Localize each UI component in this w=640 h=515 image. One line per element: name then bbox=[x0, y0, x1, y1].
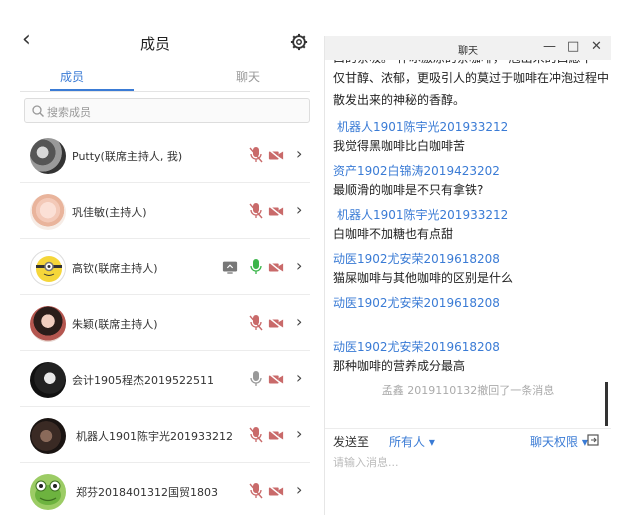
member-name: 郑芬2018401312国贸1803 bbox=[76, 486, 218, 499]
frog-avatar-icon bbox=[35, 480, 61, 505]
mic-muted-icon[interactable] bbox=[248, 202, 264, 220]
search-icon bbox=[32, 105, 44, 117]
member-name: 机器人1901陈宇光201933212 bbox=[76, 430, 233, 443]
message-text: 那种咖啡的营养成分最高 bbox=[333, 359, 466, 373]
tab-chat[interactable]: 聊天 bbox=[236, 68, 260, 85]
member-name: 朱颖(联席主持人) bbox=[72, 318, 158, 331]
avatar bbox=[30, 306, 66, 342]
member-name: 高钦(联席主持人) bbox=[72, 262, 158, 275]
member-row[interactable]: 高钦(联席主持人) › bbox=[20, 240, 310, 295]
send-target-dropdown[interactable]: 所有人 ▾ bbox=[389, 433, 435, 450]
camera-off-icon[interactable] bbox=[268, 202, 284, 220]
message-sender[interactable]: 动医1902尤安荣2019618208 bbox=[333, 294, 500, 311]
chevron-right-icon[interactable]: › bbox=[296, 312, 302, 331]
member-name: 会计1905程杰2019522511 bbox=[72, 374, 214, 387]
camera-off-icon[interactable] bbox=[268, 482, 284, 500]
message-sender[interactable]: 资产1902白锦涛2019423202 bbox=[333, 162, 500, 179]
avatar bbox=[30, 194, 66, 230]
member-name: 巩佳敏(主持人) bbox=[72, 206, 147, 219]
message-sender[interactable]: 机器人1901陈宇光201933212 bbox=[337, 118, 508, 135]
camera-off-icon[interactable] bbox=[268, 314, 284, 332]
avatar bbox=[30, 250, 66, 286]
message-sender[interactable]: 动医1902尤安荣2019618208 bbox=[333, 250, 500, 267]
send-target-row: 发送至 所有人 ▾ 聊天权限 ▾ bbox=[325, 428, 611, 450]
chevron-right-icon[interactable]: › bbox=[296, 200, 302, 219]
chevron-right-icon[interactable]: › bbox=[296, 480, 302, 499]
avatar bbox=[30, 138, 66, 174]
message-text: 猫屎咖啡与其他咖啡的区别是什么 bbox=[333, 271, 514, 285]
page-title: 成员 bbox=[139, 35, 170, 53]
search-input[interactable]: 搜索成员 bbox=[24, 98, 310, 123]
search-placeholder: 搜索成员 bbox=[47, 106, 91, 119]
camera-off-icon[interactable] bbox=[268, 258, 284, 276]
avatar bbox=[30, 418, 66, 454]
member-row[interactable]: 会计1905程杰2019522511 › bbox=[20, 352, 310, 407]
mic-muted-icon[interactable] bbox=[248, 370, 264, 388]
active-tab-indicator bbox=[50, 89, 134, 91]
chevron-right-icon[interactable]: › bbox=[296, 368, 302, 387]
member-row[interactable]: 朱颖(联席主持人) › bbox=[20, 296, 310, 351]
message-text: 我觉得黑咖啡比白咖啡苦 bbox=[333, 139, 466, 153]
top-bar: ‹ 成员 bbox=[0, 0, 310, 62]
mic-muted-icon[interactable] bbox=[248, 146, 264, 164]
message-text: 曰的亲吸。 怀冰激凉的亲咖啡， 庖出米的口愿不 bbox=[333, 60, 607, 68]
member-row[interactable]: 巩佳敏(主持人) › bbox=[20, 184, 310, 239]
message-text: 散发出来的神秘的香醇。 bbox=[333, 93, 466, 107]
mic-muted-icon[interactable] bbox=[248, 314, 264, 332]
mic-muted-icon[interactable] bbox=[248, 426, 264, 444]
chevron-right-icon[interactable]: › bbox=[296, 424, 302, 443]
message-sender[interactable]: 动医1902尤安荣2019618208 bbox=[333, 338, 500, 355]
send-target-label: 所有人 bbox=[389, 435, 426, 449]
camera-off-icon[interactable] bbox=[268, 146, 284, 164]
message-text: 白咖啡不加糖也有点甜 bbox=[333, 227, 454, 241]
member-row[interactable]: 机器人1901陈宇光201933212 › bbox=[20, 408, 310, 463]
member-row[interactable]: Putty(联席主持人, 我) › bbox=[20, 128, 310, 183]
chat-messages[interactable]: 曰的亲吸。 怀冰激凉的亲咖啡， 庖出米的口愿不 仅甘醇、浓郁，更吸引人的莫过于咖… bbox=[325, 60, 611, 426]
message-text: 最顺滑的咖啡是不只有拿铁? bbox=[333, 183, 484, 197]
chat-permission-label: 聊天权限 bbox=[530, 435, 579, 449]
avatar bbox=[30, 474, 66, 510]
tab-bar: 成员 聊天 bbox=[20, 62, 310, 92]
chat-window: 聊天 — □ ✕ 曰的亲吸。 怀冰激凉的亲咖啡， 庖出米的口愿不 仅甘醇、浓郁，… bbox=[324, 36, 611, 515]
mic-on-icon[interactable] bbox=[248, 258, 264, 276]
chat-scrollbar[interactable] bbox=[605, 382, 608, 426]
settings-icon[interactable] bbox=[290, 33, 308, 51]
chevron-right-icon[interactable]: › bbox=[296, 144, 302, 163]
recall-notice: 孟鑫 2019110132撤回了一条消息 bbox=[381, 384, 555, 397]
avatar bbox=[30, 362, 66, 398]
member-name: Putty(联席主持人, 我) bbox=[72, 150, 183, 163]
member-row[interactable]: 郑芬2018401312国贸1803 › bbox=[20, 464, 310, 515]
chat-permission-dropdown[interactable]: 聊天权限 ▾ bbox=[530, 433, 588, 450]
members-panel: ‹ 成员 成员 聊天 搜索成员 Putty(联席主持人, 我) › 巩佳敏(主持… bbox=[0, 0, 310, 515]
close-button[interactable]: ✕ bbox=[591, 39, 602, 54]
tab-members[interactable]: 成员 bbox=[60, 68, 84, 85]
mic-muted-icon[interactable] bbox=[248, 482, 264, 500]
send-to-label: 发送至 bbox=[333, 435, 370, 449]
screen-share-icon[interactable] bbox=[222, 258, 238, 276]
camera-off-icon[interactable] bbox=[268, 370, 284, 388]
camera-off-icon[interactable] bbox=[268, 426, 284, 444]
maximize-button[interactable]: □ bbox=[567, 39, 579, 54]
minimize-button[interactable]: — bbox=[543, 39, 556, 54]
chevron-down-icon: ▾ bbox=[425, 435, 435, 449]
minion-avatar-icon bbox=[36, 256, 62, 282]
chat-title-bar: 聊天 — □ ✕ bbox=[325, 36, 611, 60]
chevron-right-icon[interactable]: › bbox=[296, 256, 302, 275]
message-input[interactable]: 请输入消息... bbox=[333, 454, 399, 470]
popout-icon[interactable] bbox=[587, 434, 599, 446]
message-text: 仅甘醇、浓郁，更吸引人的莫过于咖啡在冲泡过程中 bbox=[333, 71, 610, 85]
message-sender[interactable]: 机器人1901陈宇光201933212 bbox=[337, 206, 508, 223]
